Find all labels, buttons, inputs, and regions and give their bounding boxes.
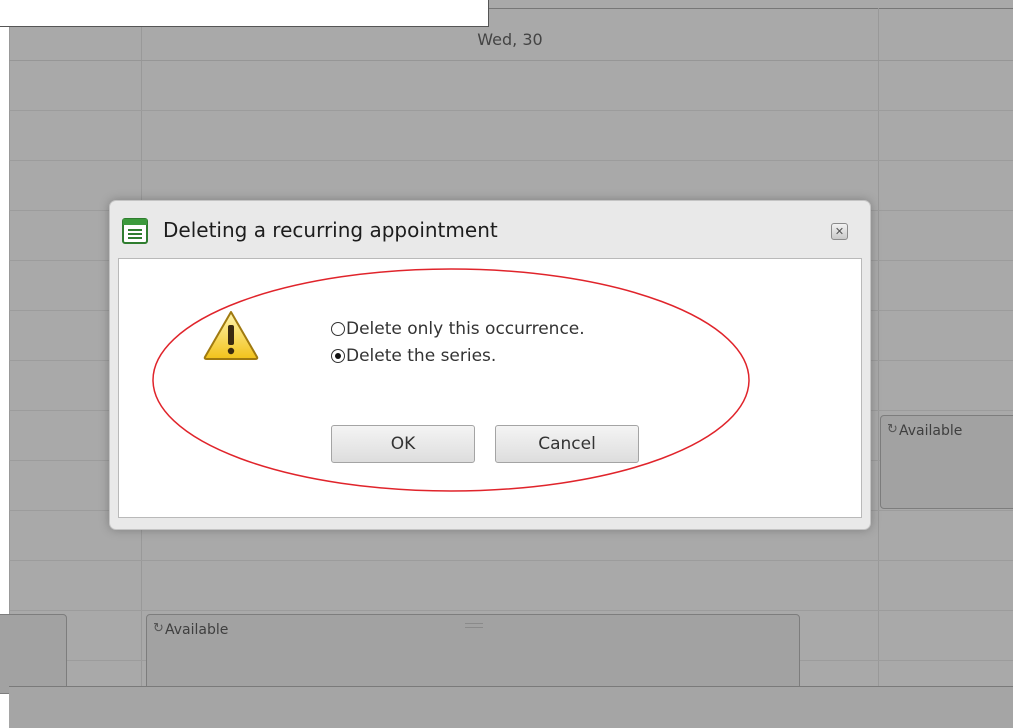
- appointment-label: Available: [165, 622, 229, 638]
- grid-row-line: [9, 610, 1013, 611]
- grid-row-line: [9, 160, 1013, 161]
- appointment-label: Available: [899, 423, 963, 439]
- radio-delete-occurrence[interactable]: Delete only this occurrence.: [331, 317, 585, 341]
- appointment-available[interactable]: ↻ Available: [880, 415, 1013, 509]
- close-button[interactable]: ✕: [831, 223, 848, 240]
- delete-recurring-dialog: Deleting a recurring appointment ✕ Delet…: [109, 200, 871, 530]
- top-left-panel: [0, 0, 489, 27]
- grid-row-line: [9, 110, 1013, 111]
- radio-button[interactable]: [331, 322, 345, 336]
- ok-button[interactable]: OK: [331, 425, 475, 463]
- appointment-available[interactable]: ↻ Available: [146, 614, 800, 694]
- day-header[interactable]: Wed, 30: [142, 30, 878, 49]
- recurrence-icon: ↻: [887, 422, 898, 437]
- cancel-button[interactable]: Cancel: [495, 425, 639, 463]
- calendar-top-border: [488, 8, 1013, 9]
- recurrence-icon: ↻: [153, 621, 164, 636]
- grid-row-line: [9, 560, 1013, 561]
- appointment-icon: [122, 218, 148, 244]
- warning-icon: [203, 311, 259, 360]
- radio-label: Delete the series.: [346, 346, 497, 366]
- dialog-title: Deleting a recurring appointment: [163, 218, 498, 242]
- radio-label: Delete only this occurrence.: [346, 319, 585, 339]
- calendar-bottom-band: [9, 686, 1013, 728]
- grid-row-line: [9, 60, 1013, 61]
- dialog-body: Delete only this occurrence. Delete the …: [118, 258, 862, 518]
- radio-button-selected[interactable]: [331, 349, 345, 363]
- appointment-block[interactable]: [0, 614, 67, 694]
- resize-grip[interactable]: [465, 623, 483, 628]
- radio-delete-series[interactable]: Delete the series.: [331, 344, 496, 368]
